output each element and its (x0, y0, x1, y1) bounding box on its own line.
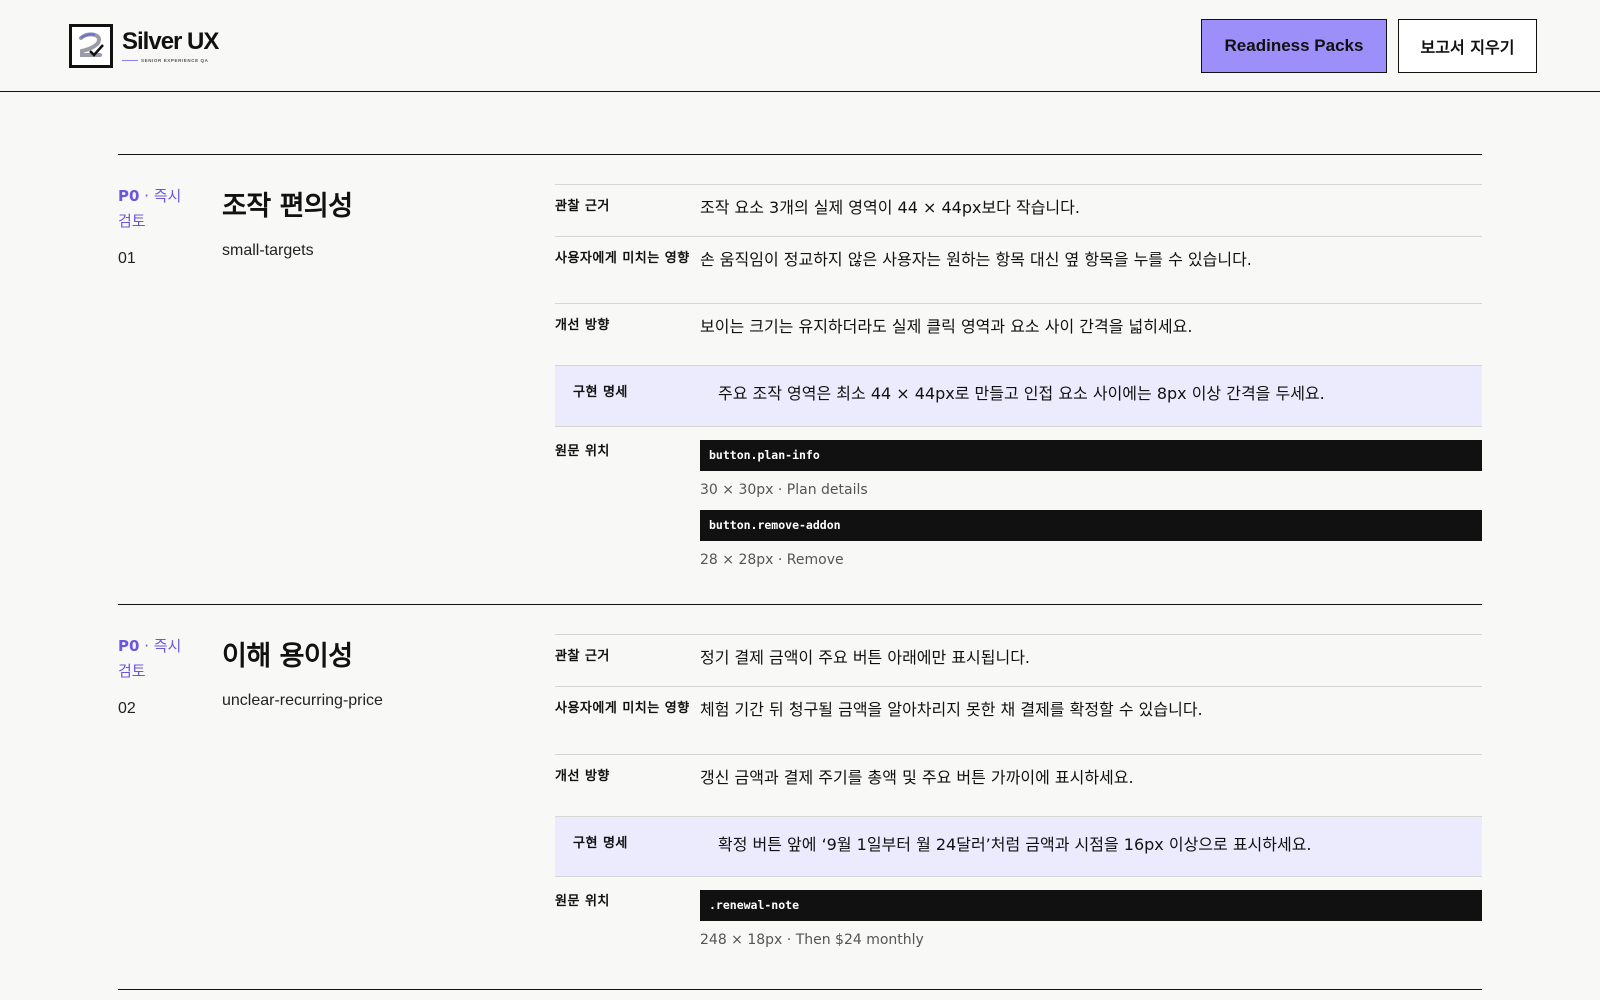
spec-text: 확정 버튼 앞에 ‘9월 1일부터 월 24달러’처럼 금액과 시점을 16px… (718, 835, 1312, 854)
selector-code: button.remove-addon (700, 510, 1482, 541)
location-list: button.plan-info 30 × 30px · Plan detail… (700, 440, 1482, 571)
app-header: Silver UX SENIOR EXPERIENCE QA Readiness… (0, 0, 1600, 92)
logo-mark-icon (69, 24, 113, 68)
issue-number: 02 (118, 700, 136, 717)
direction-row: 개선 방향 갱신 금액과 결제 주기를 총액 및 주요 버튼 가까이에 표시하세… (555, 754, 1482, 816)
impact-text: 체험 기간 뒤 청구될 금액을 알아차리지 못한 채 결제를 확정할 수 있습니… (700, 700, 1203, 719)
issue-details: 관찰 근거 정기 결제 금액이 주요 버튼 아래에만 표시됩니다. 사용자에게 … (555, 634, 1482, 951)
spec-row: 구현 명세 주요 조작 영역은 최소 44 × 44px로 만들고 인접 요소 … (555, 365, 1482, 427)
section-divider (118, 989, 1482, 990)
impact-label: 사용자에게 미치는 영향 (555, 701, 690, 716)
spec-text: 주요 조작 영역은 최소 44 × 44px로 만들고 인접 요소 사이에는 8… (718, 384, 1325, 403)
priority-badge: P0 · 즉시 검토 (118, 187, 182, 230)
impact-row: 사용자에게 미치는 영향 손 움직임이 정교하지 않은 사용자는 원하는 항목 … (555, 236, 1482, 303)
selector-meta: 248 × 18px · Then $24 monthly (700, 932, 924, 948)
observation-row: 관찰 근거 정기 결제 금액이 주요 버튼 아래에만 표시됩니다. (555, 634, 1482, 686)
priority-badge: P0 · 즉시 검토 (118, 637, 182, 680)
issue-details: 관찰 근거 조작 요소 3개의 실제 영역이 44 × 44px보다 작습니다.… (555, 184, 1482, 571)
direction-row: 개선 방향 보이는 크기는 유지하더라도 실제 클릭 영역과 요소 사이 간격을… (555, 303, 1482, 365)
issue-slug: unclear-recurring-price (222, 692, 383, 709)
impact-label: 사용자에게 미치는 영향 (555, 251, 690, 266)
section-divider (118, 154, 1482, 155)
direction-label: 개선 방향 (555, 318, 610, 333)
direction-text: 보이는 크기는 유지하더라도 실제 클릭 영역과 요소 사이 간격을 넓히세요. (700, 317, 1193, 336)
section-divider (118, 604, 1482, 605)
impact-text: 손 움직임이 정교하지 않은 사용자는 원하는 항목 대신 옆 항목을 누를 수… (700, 250, 1252, 269)
clear-report-button[interactable]: 보고서 지우기 (1398, 19, 1537, 73)
spec-label: 구현 명세 (573, 836, 628, 851)
selector-meta: 28 × 28px · Remove (700, 552, 844, 568)
observation-text: 정기 결제 금액이 주요 버튼 아래에만 표시됩니다. (700, 648, 1031, 667)
location-label: 원문 위치 (555, 894, 610, 909)
issue-title: 조작 편의성 (222, 191, 353, 222)
location-row: 원문 위치 button.plan-info 30 × 30px · Plan … (555, 427, 1482, 571)
location-list: .renewal-note 248 × 18px · Then $24 mont… (700, 890, 1482, 951)
direction-label: 개선 방향 (555, 769, 610, 784)
selector-code: .renewal-note (700, 890, 1482, 921)
location-label: 원문 위치 (555, 444, 610, 459)
issue-title: 이해 용이성 (222, 641, 353, 672)
issue-number: 01 (118, 250, 136, 267)
logo-tagline: SENIOR EXPERIENCE QA (122, 58, 218, 63)
spec-label: 구현 명세 (573, 385, 628, 400)
logo-name: Silver UX (122, 27, 219, 55)
observation-label: 관찰 근거 (555, 649, 610, 664)
observation-label: 관찰 근거 (555, 199, 610, 214)
observation-row: 관찰 근거 조작 요소 3개의 실제 영역이 44 × 44px보다 작습니다. (555, 184, 1482, 236)
direction-text: 갱신 금액과 결제 주기를 총액 및 주요 버튼 가까이에 표시하세요. (700, 768, 1134, 787)
observation-text: 조작 요소 3개의 실제 영역이 44 × 44px보다 작습니다. (700, 198, 1080, 217)
issue-slug: small-targets (222, 242, 314, 259)
spec-row: 구현 명세 확정 버튼 앞에 ‘9월 1일부터 월 24달러’처럼 금액과 시점… (555, 816, 1482, 877)
selector-meta: 30 × 30px · Plan details (700, 482, 868, 498)
impact-row: 사용자에게 미치는 영향 체험 기간 뒤 청구될 금액을 알아차리지 못한 채 … (555, 686, 1482, 754)
readiness-packs-button[interactable]: Readiness Packs (1201, 19, 1387, 73)
selector-code: button.plan-info (700, 440, 1482, 471)
logo[interactable]: Silver UX SENIOR EXPERIENCE QA (69, 23, 219, 69)
location-row: 원문 위치 .renewal-note 248 × 18px · Then $2… (555, 877, 1482, 951)
